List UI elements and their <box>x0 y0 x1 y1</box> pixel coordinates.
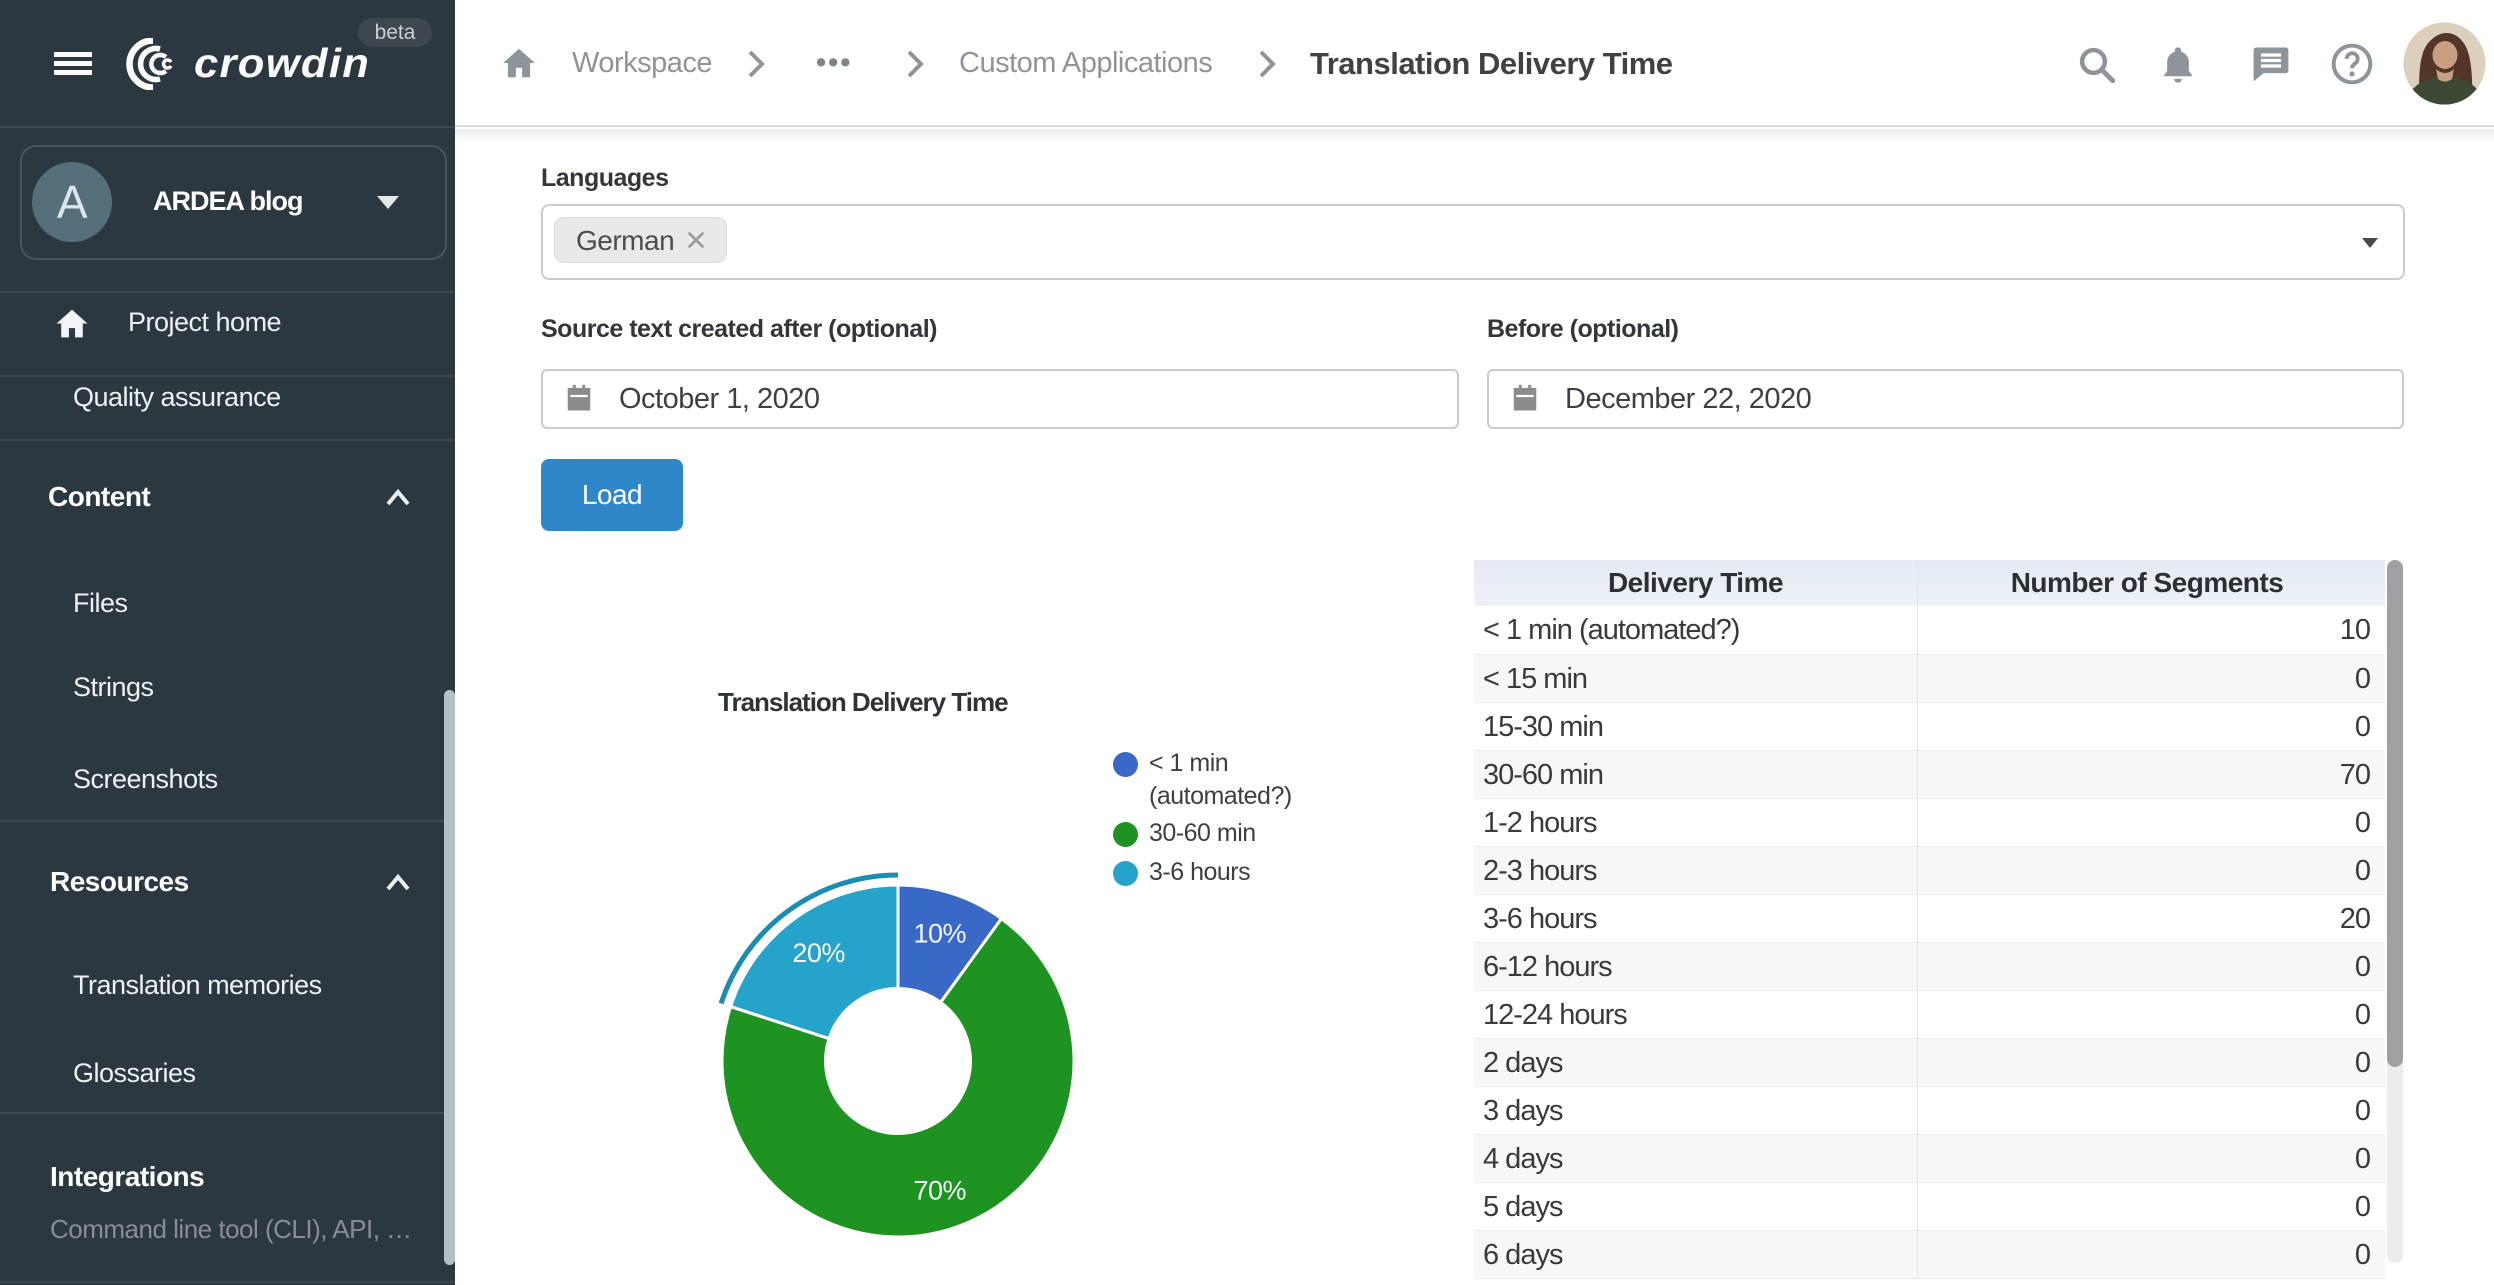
svg-text:crowdin: crowdin <box>194 40 370 86</box>
svg-text:70%: 70% <box>913 1175 966 1205</box>
svg-text:10%: 10% <box>913 919 966 949</box>
svg-text:20%: 20% <box>792 938 845 968</box>
